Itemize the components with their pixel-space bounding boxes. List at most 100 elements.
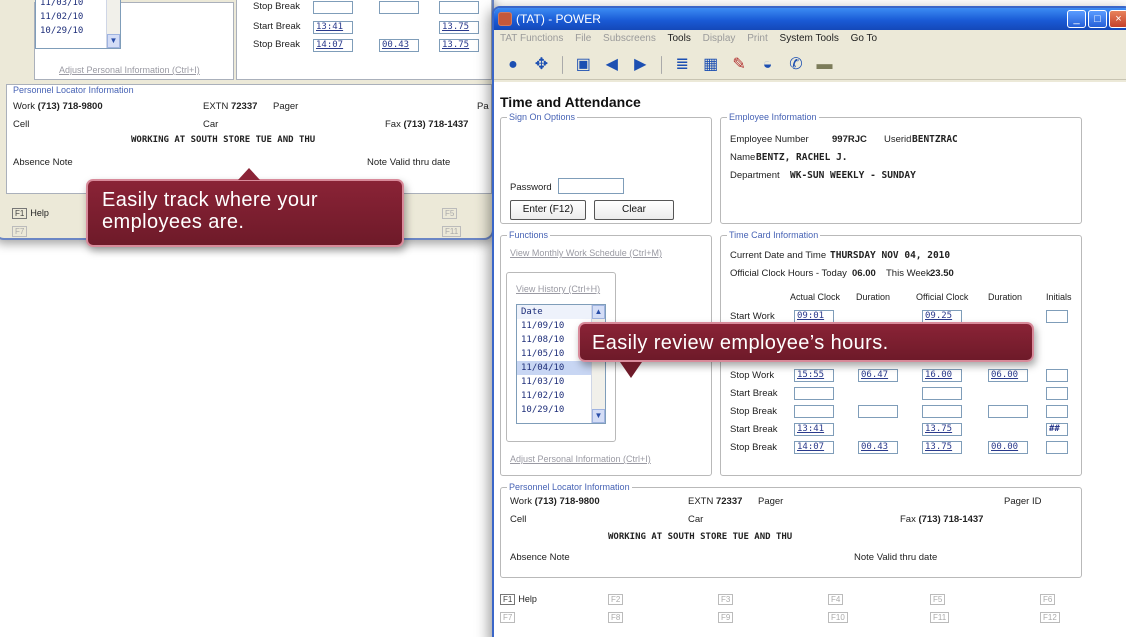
monthly-schedule-link[interactable]: View Monthly Work Schedule (Ctrl+M): [510, 248, 662, 258]
initials-field[interactable]: [1046, 310, 1068, 323]
time-card-legend: Time Card Information: [729, 230, 819, 240]
history-link[interactable]: View History (Ctrl+H): [516, 284, 600, 294]
initials-field[interactable]: [1046, 387, 1068, 400]
official-clock-field[interactable]: 13.75: [922, 423, 962, 436]
track-employees-callout: Easily track where your employees are.: [86, 168, 404, 247]
locator-note: WORKING AT SOUTH STORE TUE AND THU: [131, 135, 316, 145]
clock-field[interactable]: 14:07: [313, 39, 353, 52]
f5-key[interactable]: F5: [930, 594, 948, 605]
actual-clock-field[interactable]: 13:41: [794, 423, 834, 436]
calendar-icon[interactable]: ▦: [700, 54, 722, 76]
actual-clock-field[interactable]: [794, 405, 834, 418]
next-icon[interactable]: ▶: [629, 54, 651, 76]
menu-tools[interactable]: Tools: [667, 33, 690, 44]
duration-2-field[interactable]: [988, 405, 1028, 418]
initials-field[interactable]: ##: [1046, 423, 1068, 436]
locator-note: WORKING AT SOUTH STORE TUE AND THU: [608, 532, 793, 542]
f2-key[interactable]: F2: [608, 594, 626, 605]
f3-key[interactable]: F3: [718, 594, 736, 605]
date-listbox[interactable]: 11/03/10 11/02/10 10/29/10 ▼: [35, 0, 121, 49]
pager-id-label: Pa: [477, 101, 489, 112]
f12-key[interactable]: F12: [1040, 612, 1063, 623]
official-field[interactable]: [439, 1, 479, 14]
official-clock-field[interactable]: 16.00: [922, 369, 962, 382]
phone-icon[interactable]: ✆: [785, 54, 807, 76]
row-label: Stop Break: [730, 442, 777, 453]
official-clock-field[interactable]: [922, 387, 962, 400]
cell-label: Cell: [13, 119, 30, 130]
navigate-icon[interactable]: ✥: [530, 54, 552, 76]
chevron-down-icon[interactable]: ▼: [592, 409, 605, 423]
official-clock-field[interactable]: [922, 405, 962, 418]
initials-field[interactable]: [1046, 405, 1068, 418]
callout-pointer: [620, 362, 642, 378]
menu-tat-functions[interactable]: TAT Functions: [500, 33, 563, 44]
enter-button[interactable]: Enter (F12): [510, 200, 586, 220]
f10-key[interactable]: F10: [828, 612, 851, 623]
minimize-button[interactable]: _: [1067, 10, 1086, 28]
list-icon[interactable]: ≣: [671, 54, 693, 76]
disc-icon[interactable]: ◒: [757, 54, 779, 76]
password-label: Password: [510, 182, 552, 193]
actual-clock-field[interactable]: 14:07: [794, 441, 834, 454]
duration-field[interactable]: 00.43: [858, 441, 898, 454]
f1-help-key[interactable]: F1 Help: [12, 208, 49, 219]
back-circle-icon[interactable]: ●: [502, 54, 524, 76]
adjust-info-link[interactable]: Adjust Personal Information (Ctrl+I): [59, 65, 200, 75]
duration-field[interactable]: 00.43: [379, 39, 419, 52]
scrollbar[interactable]: ▼: [106, 0, 120, 48]
menu-file[interactable]: File: [575, 33, 591, 44]
f7-key[interactable]: F7: [500, 612, 518, 623]
fax-label: Fax (713) 718-1437: [385, 119, 469, 130]
clock-field[interactable]: 13:41: [313, 21, 353, 34]
save-icon[interactable]: ▣: [572, 54, 594, 76]
title-bar[interactable]: (TAT) - POWER _ □ ×: [494, 8, 1126, 30]
official-field[interactable]: 13.75: [439, 21, 479, 34]
official-clock-field[interactable]: 13.75: [922, 441, 962, 454]
pager-id-label: Pager ID: [1004, 496, 1042, 507]
duration-field[interactable]: 06.47: [858, 369, 898, 382]
menu-subscreens[interactable]: Subscreens: [603, 33, 656, 44]
actual-clock-field[interactable]: 15:55: [794, 369, 834, 382]
adjust-info-link[interactable]: Adjust Personal Information (Ctrl+I): [510, 454, 651, 464]
clear-button[interactable]: Clear: [594, 200, 674, 220]
f11-key[interactable]: F11: [442, 226, 464, 237]
previous-icon[interactable]: ◀: [601, 54, 623, 76]
duration-2-field[interactable]: 06.00: [988, 369, 1028, 382]
f1-help-key[interactable]: F1 Help: [500, 594, 537, 605]
f11-key[interactable]: F11: [930, 612, 952, 623]
work-value: (713) 718-9800: [534, 496, 600, 507]
col-duration: Duration: [856, 292, 891, 302]
row-label: Start Break: [730, 424, 778, 435]
initials-field[interactable]: [1046, 441, 1068, 454]
f9-key[interactable]: F9: [718, 612, 736, 623]
clock-field[interactable]: [313, 1, 353, 14]
employee-info-legend: Employee Information: [729, 112, 817, 122]
menu-display[interactable]: Display: [703, 33, 736, 44]
row-label: Stop Break: [253, 1, 300, 12]
userid-label: Userid: [884, 134, 912, 145]
menu-go-to[interactable]: Go To: [851, 33, 878, 44]
official-field[interactable]: 13.75: [439, 39, 479, 52]
f6-key[interactable]: F6: [1040, 594, 1058, 605]
close-button[interactable]: ×: [1109, 10, 1126, 28]
f5-key[interactable]: F5: [442, 208, 460, 219]
edit-icon[interactable]: ✎: [728, 54, 750, 76]
chevron-down-icon[interactable]: ▼: [107, 34, 120, 48]
duration-2-field[interactable]: 00.00: [988, 441, 1028, 454]
folder-icon[interactable]: ▬: [813, 54, 835, 76]
initials-field[interactable]: [1046, 369, 1068, 382]
chevron-up-icon[interactable]: ▲: [592, 305, 605, 319]
duration-field[interactable]: [858, 405, 898, 418]
f4-key[interactable]: F4: [828, 594, 846, 605]
password-field[interactable]: [558, 178, 624, 194]
menu-print[interactable]: Print: [747, 33, 768, 44]
f7-key[interactable]: F7: [12, 226, 30, 237]
duration-field[interactable]: [379, 1, 419, 14]
actual-clock-field[interactable]: [794, 387, 834, 400]
maximize-button[interactable]: □: [1088, 10, 1107, 28]
extension: EXTN 72337: [688, 496, 742, 507]
menu-system-tools[interactable]: System Tools: [780, 33, 839, 44]
employee-number-label: Employee Number: [730, 134, 809, 145]
f8-key[interactable]: F8: [608, 612, 626, 623]
